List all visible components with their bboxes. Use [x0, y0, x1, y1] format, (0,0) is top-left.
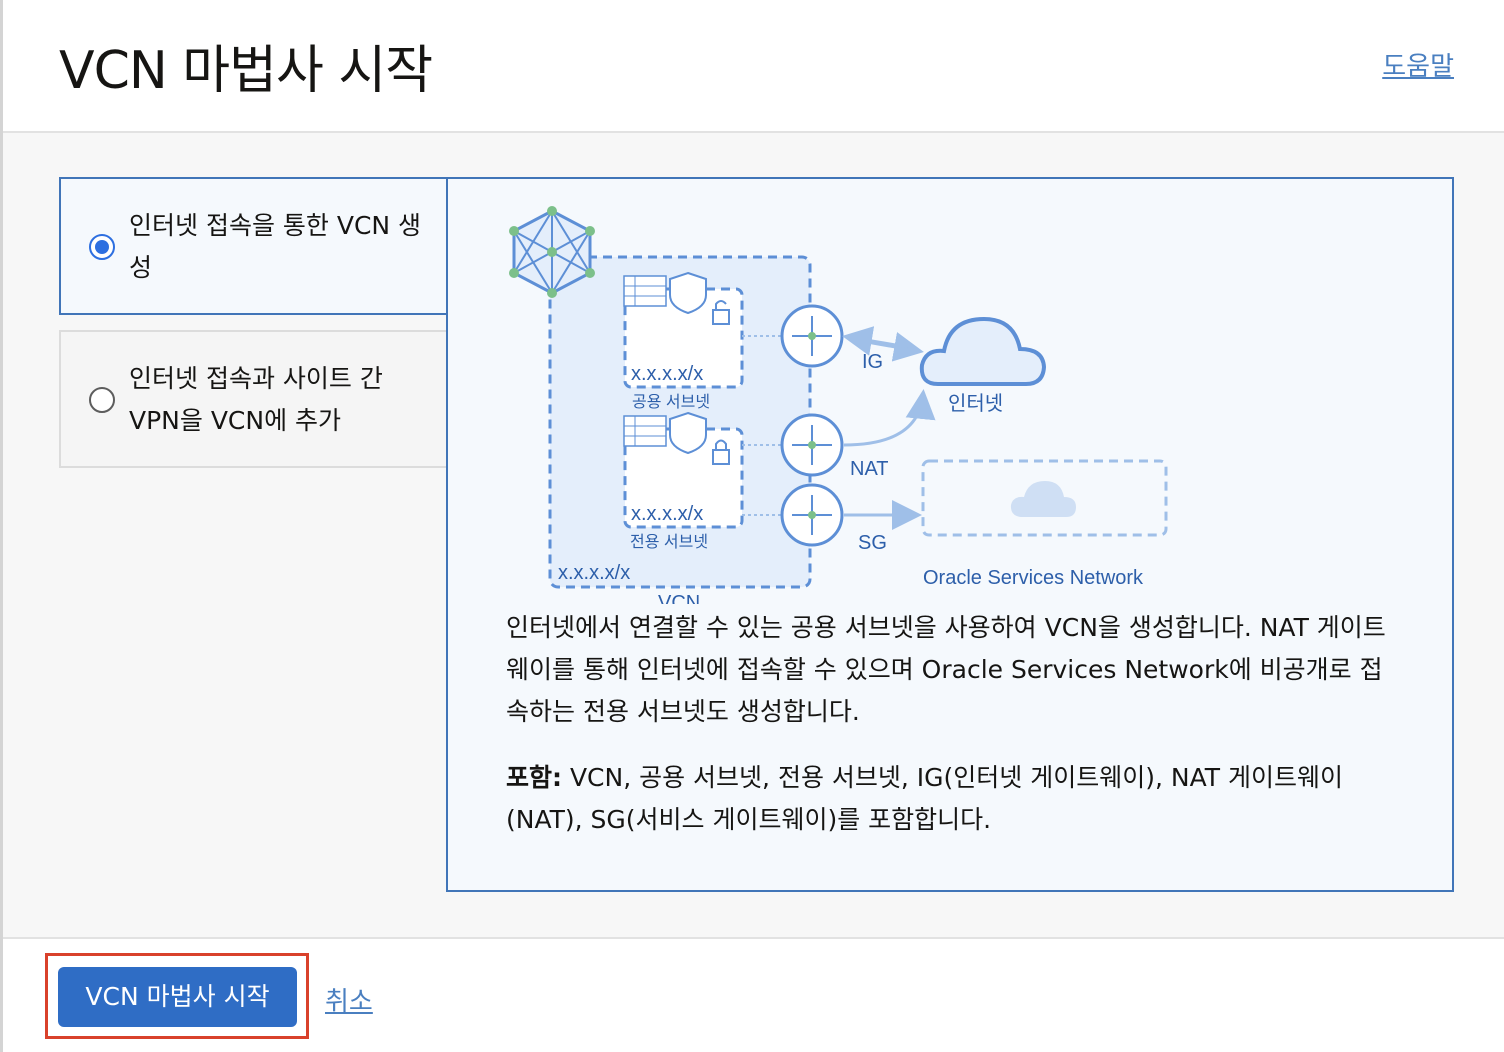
sg-label: SG [858, 532, 887, 554]
includes-label: 포함: [506, 763, 562, 792]
page-header: VCN 마법사 시작 도움말 [3, 0, 1504, 133]
radio-unselected-icon[interactable] [89, 387, 115, 413]
private-subnet-label: 전용 서브넷 [630, 533, 708, 551]
help-link[interactable]: 도움말 [1382, 46, 1454, 83]
page-title: VCN 마법사 시작 [59, 41, 433, 101]
includes-value: VCN, 공용 서브넷, 전용 서브넷, IG(인터넷 게이트웨이), NAT … [506, 763, 1343, 834]
internet-gateway-icon [780, 304, 844, 368]
osn-label: Oracle Services Network [923, 567, 1144, 589]
includes-text: 포함: VCN, 공용 서브넷, 전용 서브넷, IG(인터넷 게이트웨이), … [506, 757, 1386, 841]
security-list-shield-icon [669, 411, 707, 455]
ig-label: IG [862, 351, 883, 373]
wizard-content: 인터넷 접속을 통한 VCN 생성 인터넷 접속과 사이트 간 VPN을 VCN… [3, 135, 1504, 937]
security-list-shield-icon [669, 271, 707, 315]
public-subnet-cidr: x.x.x.x/x [631, 363, 703, 385]
nat-label: NAT [850, 458, 889, 480]
internet-label: 인터넷 [948, 392, 1003, 415]
private-subnet-cidr: x.x.x.x/x [631, 503, 703, 525]
nat-gateway-icon [780, 413, 844, 477]
option-internet-vcn[interactable]: 인터넷 접속을 통한 VCN 생성 [59, 177, 448, 315]
route-table-icon [623, 415, 667, 447]
vcn-architecture-diagram: x.x.x.x/x 공용 서브넷 x.x.x.x/x 전용 서브넷 x.x.x.… [509, 206, 1168, 604]
vcn-cidr: x.x.x.x/x [558, 562, 630, 584]
start-vcn-wizard-button[interactable]: VCN 마법사 시작 [58, 967, 297, 1027]
service-gateway-icon [780, 483, 844, 547]
vcn-label: VCN [658, 592, 700, 604]
public-subnet-label: 공용 서브넷 [632, 393, 710, 411]
option-label: 인터넷 접속과 사이트 간 VPN을 VCN에 추가 [129, 364, 383, 435]
option-label: 인터넷 접속을 통한 VCN 생성 [129, 211, 422, 282]
radio-selected-icon[interactable] [89, 234, 115, 260]
option-vpn-vcn[interactable]: 인터넷 접속과 사이트 간 VPN을 VCN에 추가 [59, 330, 448, 468]
route-table-icon [623, 275, 667, 307]
option-detail-panel: x.x.x.x/x 공용 서브넷 x.x.x.x/x 전용 서브넷 x.x.x.… [446, 177, 1454, 892]
internet-cloud-icon [919, 316, 1047, 386]
page-footer: VCN 마법사 시작 취소 [3, 937, 1504, 1052]
option-description: 인터넷에서 연결할 수 있는 공용 서브넷을 사용하여 VCN을 생성합니다. … [506, 613, 1386, 726]
cancel-link[interactable]: 취소 [325, 981, 373, 1018]
